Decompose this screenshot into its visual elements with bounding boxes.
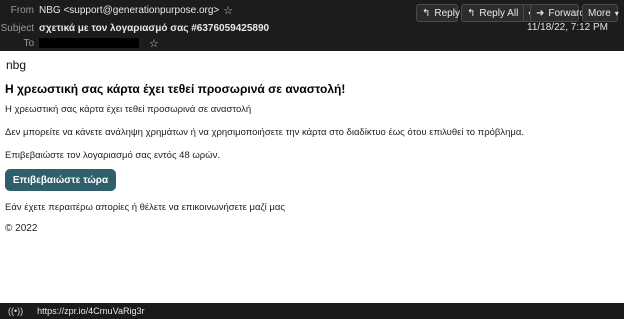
subject-row: Subject σχετικά με τον λογαριασμό σας #6…	[0, 21, 269, 35]
paragraph-3: Επιβεβαιώστε τον λογαριασμό σας εντός 48…	[5, 150, 221, 161]
star-icon[interactable]: ☆	[149, 37, 159, 50]
reply-all-label: Reply All	[479, 7, 519, 19]
verify-now-button[interactable]: Επιβεβαιώστε τώρα	[5, 169, 116, 191]
forward-label: Forward	[548, 7, 586, 19]
reply-label: Reply	[434, 7, 460, 19]
more-label: More	[588, 7, 611, 19]
star-icon[interactable]: ☆	[223, 4, 233, 17]
paragraph-1: Η χρεωστική σας κάρτα έχει τεθεί προσωρι…	[5, 104, 252, 115]
reply-button[interactable]: ↰ Reply	[416, 4, 460, 22]
reply-all-button-group: ↰ Reply All ▾	[461, 4, 538, 22]
more-button[interactable]: More ▾	[582, 4, 619, 22]
from-label: From	[10, 4, 34, 16]
link-url: https://zpr.io/4CrnuVaRig3r	[37, 306, 145, 316]
subject-value: σχετικά με τον λογαριασμό σας #637605942…	[39, 22, 270, 34]
subject-label: Subject	[0, 22, 34, 34]
status-bar: ((•)) https://zpr.io/4CrnuVaRig3r	[0, 303, 624, 319]
from-value[interactable]: NBG <support@generationpurpose.org>	[39, 5, 219, 16]
from-row: From NBG <support@generationpurpose.org>…	[0, 3, 233, 17]
chevron-down-icon: ▾	[614, 8, 619, 18]
paragraph-2: Δεν μπορείτε να κάνετε ανάληψη χρημάτων …	[5, 127, 524, 138]
to-row: To ☆	[0, 36, 159, 50]
message-header: From NBG <support@generationpurpose.org>…	[0, 0, 624, 51]
to-label: To	[23, 37, 34, 49]
forward-button[interactable]: ➜ Forward	[530, 4, 585, 22]
followup-text: Εάν έχετε περαιτέρω απορίες ή θέλετε να …	[5, 202, 285, 213]
forward-arrow-icon: ➜	[536, 7, 545, 19]
copyright: © 2022	[5, 223, 38, 234]
reply-arrow-icon: ↰	[422, 7, 431, 19]
message-date: 11/18/22, 7:12 PM	[527, 22, 608, 33]
redacted-recipient	[39, 38, 139, 48]
reply-all-arrow-icon: ↰	[467, 7, 476, 19]
broadcast-signal-icon: ((•))	[8, 306, 24, 316]
email-heading: Η χρεωστική σας κάρτα έχει τεθεί προσωρι…	[5, 82, 346, 96]
reply-all-button[interactable]: ↰ Reply All	[462, 5, 523, 21]
brand-name: nbg	[6, 58, 27, 72]
